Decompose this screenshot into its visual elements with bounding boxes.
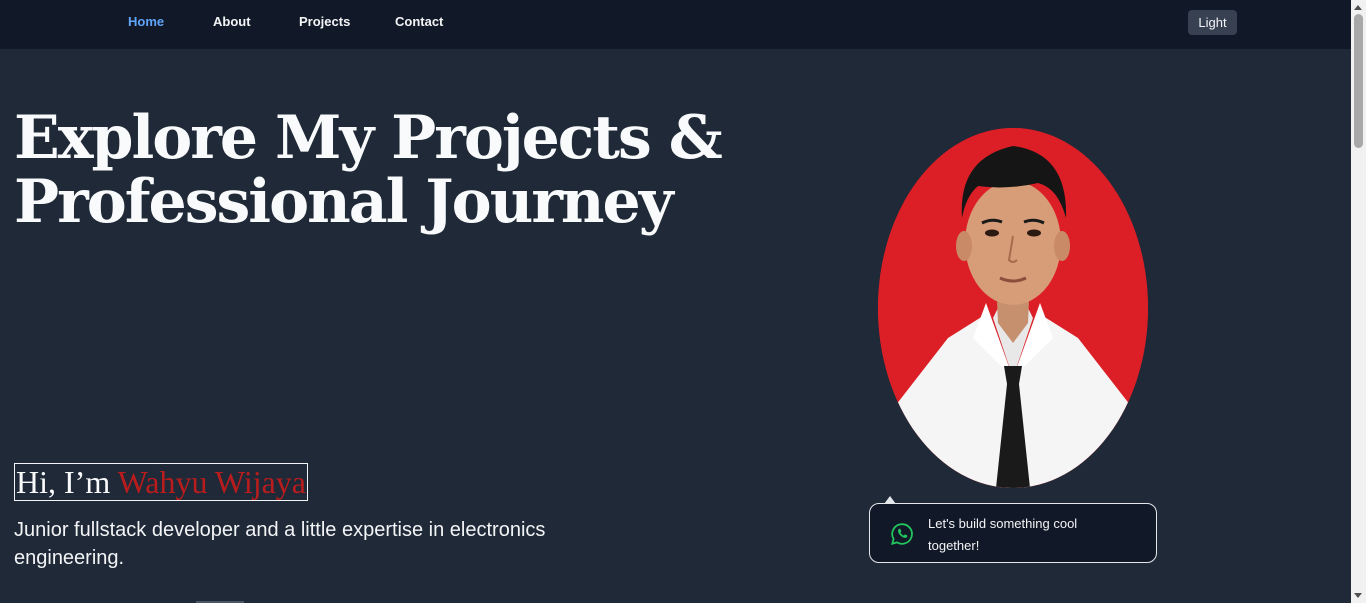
scroll-thumb[interactable] bbox=[1354, 14, 1363, 148]
nav-link-home[interactable]: Home bbox=[128, 14, 164, 29]
scroll-down-icon[interactable] bbox=[1354, 593, 1362, 598]
greeting-heading: Hi, I’m Wahyu Wijaya bbox=[14, 463, 308, 501]
greeting-prefix: Hi, I’m bbox=[16, 464, 118, 500]
profile-photo bbox=[878, 128, 1148, 488]
nav-link-contact[interactable]: Contact bbox=[395, 14, 443, 29]
scroll-up-icon[interactable] bbox=[1354, 5, 1362, 10]
contact-bubble[interactable]: Let's build something cool together! bbox=[869, 503, 1157, 563]
nav-link-about[interactable]: About bbox=[213, 14, 251, 29]
profile-photo-illustration bbox=[878, 128, 1148, 488]
contact-bubble-text: Let's build something cool together! bbox=[928, 516, 1078, 553]
hero-title-line-1: Explore My Projects & bbox=[14, 103, 723, 173]
hero-tagline: Junior fullstack developer and a little … bbox=[14, 519, 546, 569]
page-scrollbar[interactable] bbox=[1351, 0, 1366, 603]
theme-toggle-button[interactable]: Light bbox=[1188, 10, 1237, 35]
hero-title-line-2: Professional Journey bbox=[14, 167, 674, 237]
greeting-name: Wahyu Wijaya bbox=[117, 464, 306, 500]
hero-title: Explore My Projects & Professional Journ… bbox=[14, 106, 734, 234]
whatsapp-icon bbox=[891, 523, 913, 545]
nav-link-projects[interactable]: Projects bbox=[299, 14, 350, 29]
navbar: Home About Projects Contact Light bbox=[0, 0, 1351, 49]
